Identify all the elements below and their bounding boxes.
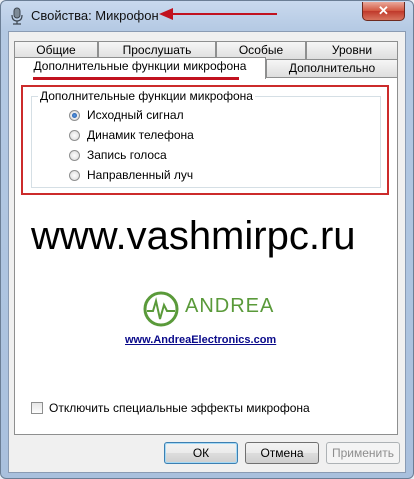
watermark-text: www.vashmirpc.ru bbox=[31, 214, 356, 258]
disable-effects-checkbox[interactable] bbox=[31, 402, 43, 414]
close-button[interactable]: ✕ bbox=[362, 2, 405, 21]
radio-beamforming[interactable]: Направленный луч bbox=[69, 167, 193, 183]
window-title: Свойства: Микрофон bbox=[31, 8, 159, 23]
annotation-arrow-icon bbox=[159, 8, 277, 20]
title-bar[interactable]: Свойства: Микрофон ✕ bbox=[1, 1, 413, 31]
apply-button[interactable]: Применить bbox=[326, 442, 400, 464]
tab-mic-enhancements[interactable]: Дополнительные функции микрофона bbox=[14, 57, 266, 79]
radio-original-signal[interactable]: Исходный сигнал bbox=[69, 107, 184, 123]
radio-label: Запись голоса bbox=[87, 148, 167, 162]
radio-button[interactable] bbox=[69, 149, 80, 161]
cancel-button[interactable]: Отмена bbox=[245, 442, 319, 464]
ok-button[interactable]: ОК bbox=[164, 442, 238, 464]
radio-button[interactable] bbox=[69, 169, 80, 181]
disable-effects-row[interactable]: Отключить специальные эффекты микрофона bbox=[31, 401, 310, 415]
dialog-window: Свойства: Микрофон ✕ Общие Прослушать Ос… bbox=[0, 0, 414, 479]
radio-label: Динамик телефона bbox=[87, 128, 194, 142]
logo-brand-text: ANDREA bbox=[185, 295, 275, 317]
tab-advanced[interactable]: Дополнительно bbox=[266, 59, 398, 77]
andrea-website-link[interactable]: www.AndreaElectronics.com bbox=[125, 334, 276, 346]
tab-levels[interactable]: Уровни bbox=[306, 41, 398, 59]
radio-phone-speaker[interactable]: Динамик телефона bbox=[69, 127, 194, 143]
disable-effects-label: Отключить специальные эффекты микрофона bbox=[49, 401, 310, 415]
radio-label: Исходный сигнал bbox=[87, 108, 184, 122]
radio-voice-recording[interactable]: Запись голоса bbox=[69, 147, 167, 163]
radio-button[interactable] bbox=[69, 129, 80, 141]
group-label: Дополнительные функции микрофона bbox=[38, 89, 255, 103]
radio-label: Направленный луч bbox=[87, 168, 194, 182]
radio-button[interactable] bbox=[69, 109, 80, 121]
active-tab-annotation-underline bbox=[33, 77, 239, 80]
microphone-icon bbox=[11, 7, 23, 25]
